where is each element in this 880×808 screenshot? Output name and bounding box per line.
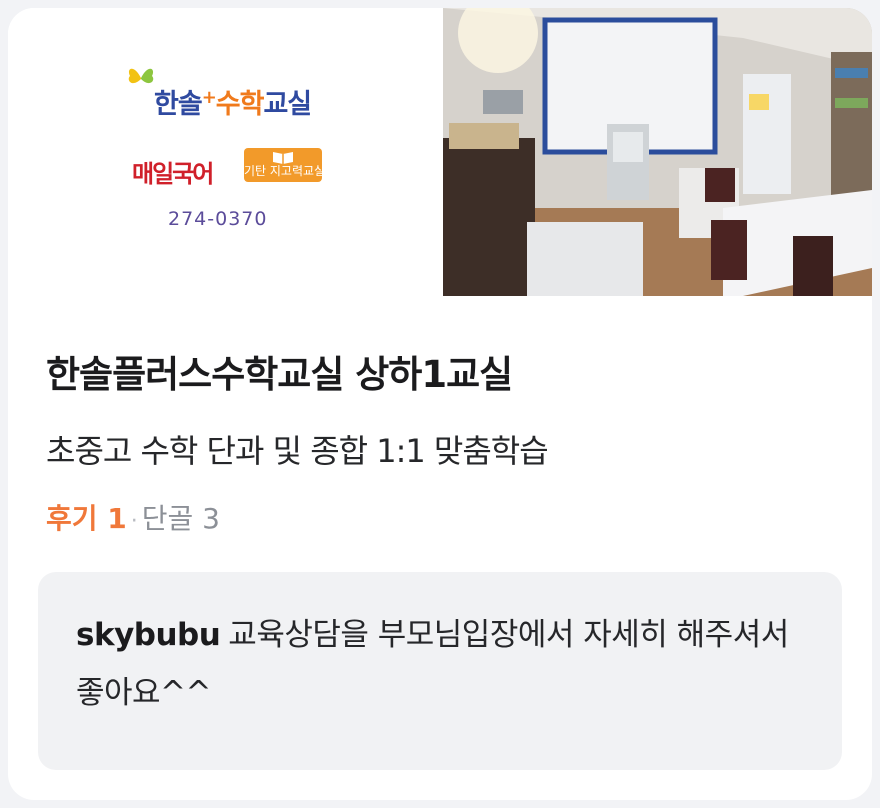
butterfly-icon [128, 68, 154, 84]
review-count[interactable]: 후기 1 [46, 502, 127, 535]
brand-logo: 한솔+수학교실 [126, 60, 326, 120]
review-body: skybubu 교육상담을 부모님입장에서 자세히 해주셔서 좋아요^^ [76, 606, 796, 722]
thumbnail-strip[interactable]: 한솔+수학교실 매일국어 기탄 지고력교실 274-0370 [8, 8, 872, 296]
book-icon [273, 152, 293, 164]
business-stats: 후기 1 · 단골 3 [46, 497, 220, 537]
separator-dot: · [130, 509, 138, 534]
brand-name: 한솔+수학교실 [154, 82, 312, 121]
classroom-image [443, 8, 872, 296]
classroom-photo[interactable] [443, 8, 872, 296]
business-card[interactable]: 한솔+수학교실 매일국어 기탄 지고력교실 274-0370 한솔플러스수학교실… [8, 8, 872, 800]
brand-name-part: 한솔 [154, 89, 203, 120]
logo-phone: 274-0370 [168, 208, 268, 230]
sub-brand-gitan: 기탄 지고력교실 [244, 148, 322, 182]
review-preview[interactable]: skybubu 교육상담을 부모님입장에서 자세히 해주셔서 좋아요^^ [38, 572, 842, 770]
brand-plus: + [201, 87, 217, 108]
review-author: skybubu [76, 617, 221, 653]
sub-brand-gitan-label: 기탄 지고력교실 [244, 164, 322, 178]
business-title[interactable]: 한솔플러스수학교실 상하1교실 [46, 344, 513, 398]
brand-name-accent: 수학 [215, 89, 265, 120]
sub-brands: 매일국어 기탄 지고력교실 [132, 136, 332, 188]
sub-brand-korean: 매일국어 [132, 160, 214, 188]
brand-name-tail: 교실 [263, 89, 312, 120]
business-description: 초중고 수학 단과 및 종합 1:1 맞춤학습 [46, 432, 549, 470]
logo-thumbnail[interactable]: 한솔+수학교실 매일국어 기탄 지고력교실 274-0370 [8, 8, 443, 296]
regular-count: 단골 3 [141, 502, 221, 535]
